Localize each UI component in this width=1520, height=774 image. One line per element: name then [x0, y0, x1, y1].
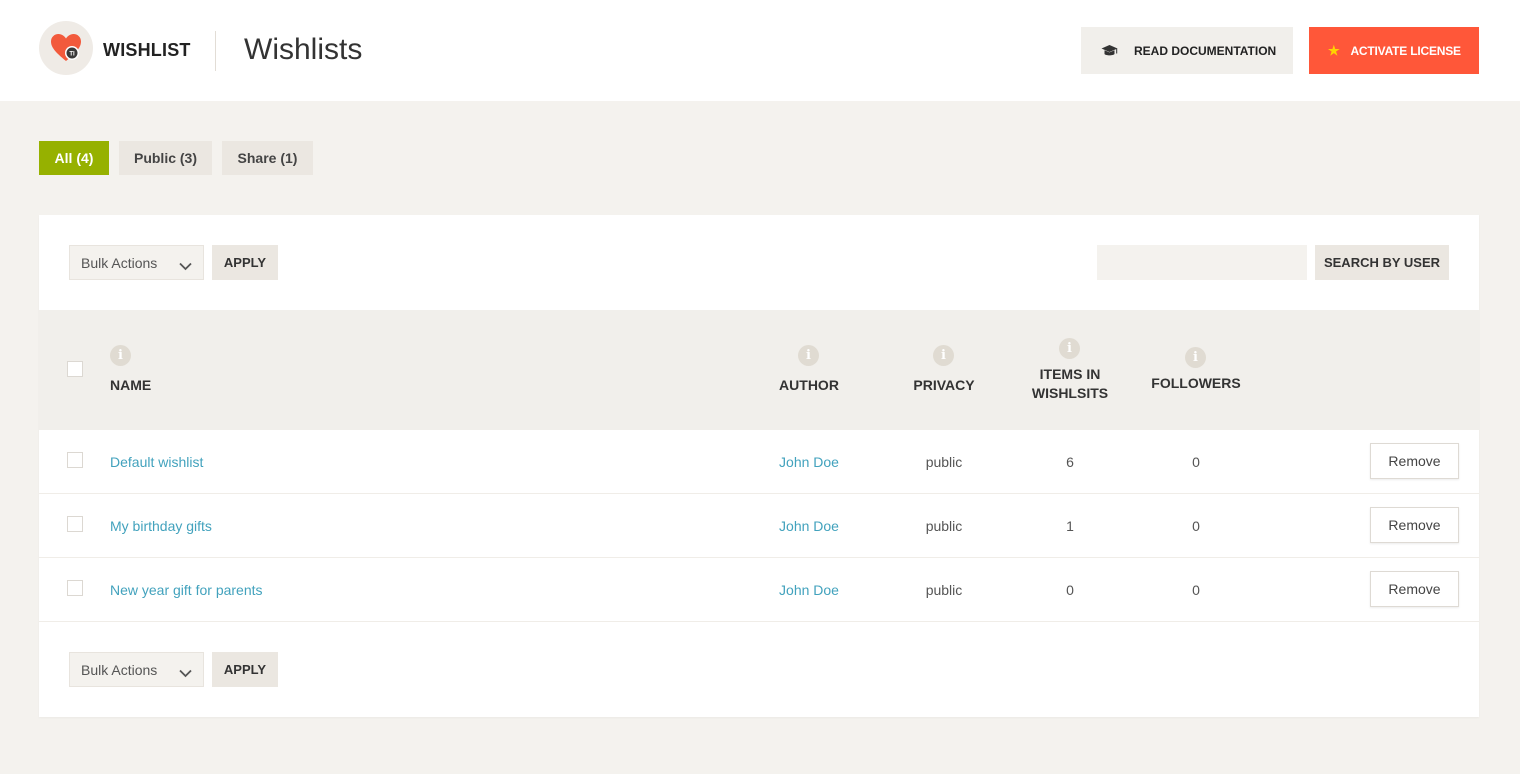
filter-tab-public[interactable]: Public (3) — [119, 141, 212, 175]
author-link[interactable]: John Doe — [759, 494, 859, 557]
column-items[interactable]: ITEMS IN WISHLSITS — [1010, 365, 1130, 403]
filter-tab-all[interactable]: All (4) — [39, 141, 109, 175]
info-icon[interactable]: i — [933, 345, 954, 366]
column-privacy[interactable]: PRIVACY — [894, 376, 994, 395]
star-icon: ★ — [1328, 42, 1340, 58]
search-by-user-button[interactable]: SEARCH BY USER — [1315, 245, 1449, 280]
top-bar: TI WISHLIST Wishlists READ DOCUMENTATION… — [0, 0, 1520, 101]
header-divider — [215, 31, 216, 71]
info-icon[interactable]: i — [798, 345, 819, 366]
select-all-checkbox[interactable] — [67, 361, 83, 377]
privacy-value: public — [925, 453, 963, 470]
bulk-actions-label: Bulk Actions — [81, 661, 158, 678]
row-checkbox[interactable] — [67, 516, 83, 532]
heart-logo-icon: TI — [39, 21, 93, 75]
activate-license-label: ACTIVATE LICENSE — [1350, 43, 1461, 58]
page-title: Wishlists — [244, 33, 363, 66]
privacy-value: public — [925, 517, 963, 534]
apply-button-top[interactable]: APPLY — [212, 245, 278, 280]
table-row: Default wishlist John Doe public 6 0 Rem… — [39, 430, 1479, 494]
items-count: 6 — [1066, 453, 1074, 470]
table-header: i NAME i AUTHOR i PRIVACY i ITEMS IN WIS… — [39, 310, 1479, 430]
svg-text:TI: TI — [69, 52, 75, 58]
read-documentation-button[interactable]: READ DOCUMENTATION — [1081, 27, 1293, 74]
column-items-line2: WISHLSITS — [1031, 385, 1109, 401]
row-checkbox[interactable] — [67, 580, 83, 596]
search-user-input[interactable] — [1097, 245, 1307, 280]
info-icon[interactable]: i — [1185, 347, 1206, 368]
chevron-down-icon — [179, 665, 192, 681]
activate-license-button[interactable]: ★ ACTIVATE LICENSE — [1309, 27, 1479, 74]
table-row: New year gift for parents John Doe publi… — [39, 558, 1479, 622]
author-link[interactable]: John Doe — [759, 558, 859, 621]
bulk-actions-label: Bulk Actions — [81, 254, 158, 271]
info-icon[interactable]: i — [1059, 338, 1080, 359]
bulk-actions-select-bottom[interactable]: Bulk Actions — [69, 652, 204, 687]
author-link[interactable]: John Doe — [759, 430, 859, 493]
privacy-value: public — [925, 581, 963, 598]
followers-count: 0 — [1192, 517, 1200, 534]
wishlist-name-link[interactable]: My birthday gifts — [110, 494, 212, 557]
wishlist-name-link[interactable]: Default wishlist — [110, 430, 203, 493]
filter-tab-share[interactable]: Share (1) — [222, 141, 313, 175]
column-items-line1: ITEMS IN — [1039, 366, 1101, 382]
wishlist-name-link[interactable]: New year gift for parents — [110, 558, 263, 621]
column-author[interactable]: AUTHOR — [759, 376, 859, 395]
info-icon[interactable]: i — [110, 345, 131, 366]
brand-name: WISHLIST — [103, 40, 191, 60]
items-count: 1 — [1066, 517, 1074, 534]
column-name[interactable]: NAME — [110, 376, 151, 395]
column-followers[interactable]: FOLLOWERS — [1136, 374, 1256, 393]
bulk-actions-select-top[interactable]: Bulk Actions — [69, 245, 204, 280]
followers-count: 0 — [1192, 581, 1200, 598]
read-documentation-label: READ DOCUMENTATION — [1134, 43, 1277, 58]
graduation-cap-icon — [1101, 44, 1118, 58]
table-row: My birthday gifts John Doe public 1 0 Re… — [39, 494, 1479, 558]
apply-button-bottom[interactable]: APPLY — [212, 652, 278, 687]
chevron-down-icon — [179, 258, 192, 274]
followers-count: 0 — [1192, 453, 1200, 470]
items-count: 0 — [1066, 581, 1074, 598]
remove-button[interactable]: Remove — [1370, 443, 1459, 479]
remove-button[interactable]: Remove — [1370, 571, 1459, 607]
row-checkbox[interactable] — [67, 452, 83, 468]
wishlists-panel: Bulk Actions APPLY SEARCH BY USER i NAME… — [39, 215, 1479, 717]
remove-button[interactable]: Remove — [1370, 507, 1459, 543]
